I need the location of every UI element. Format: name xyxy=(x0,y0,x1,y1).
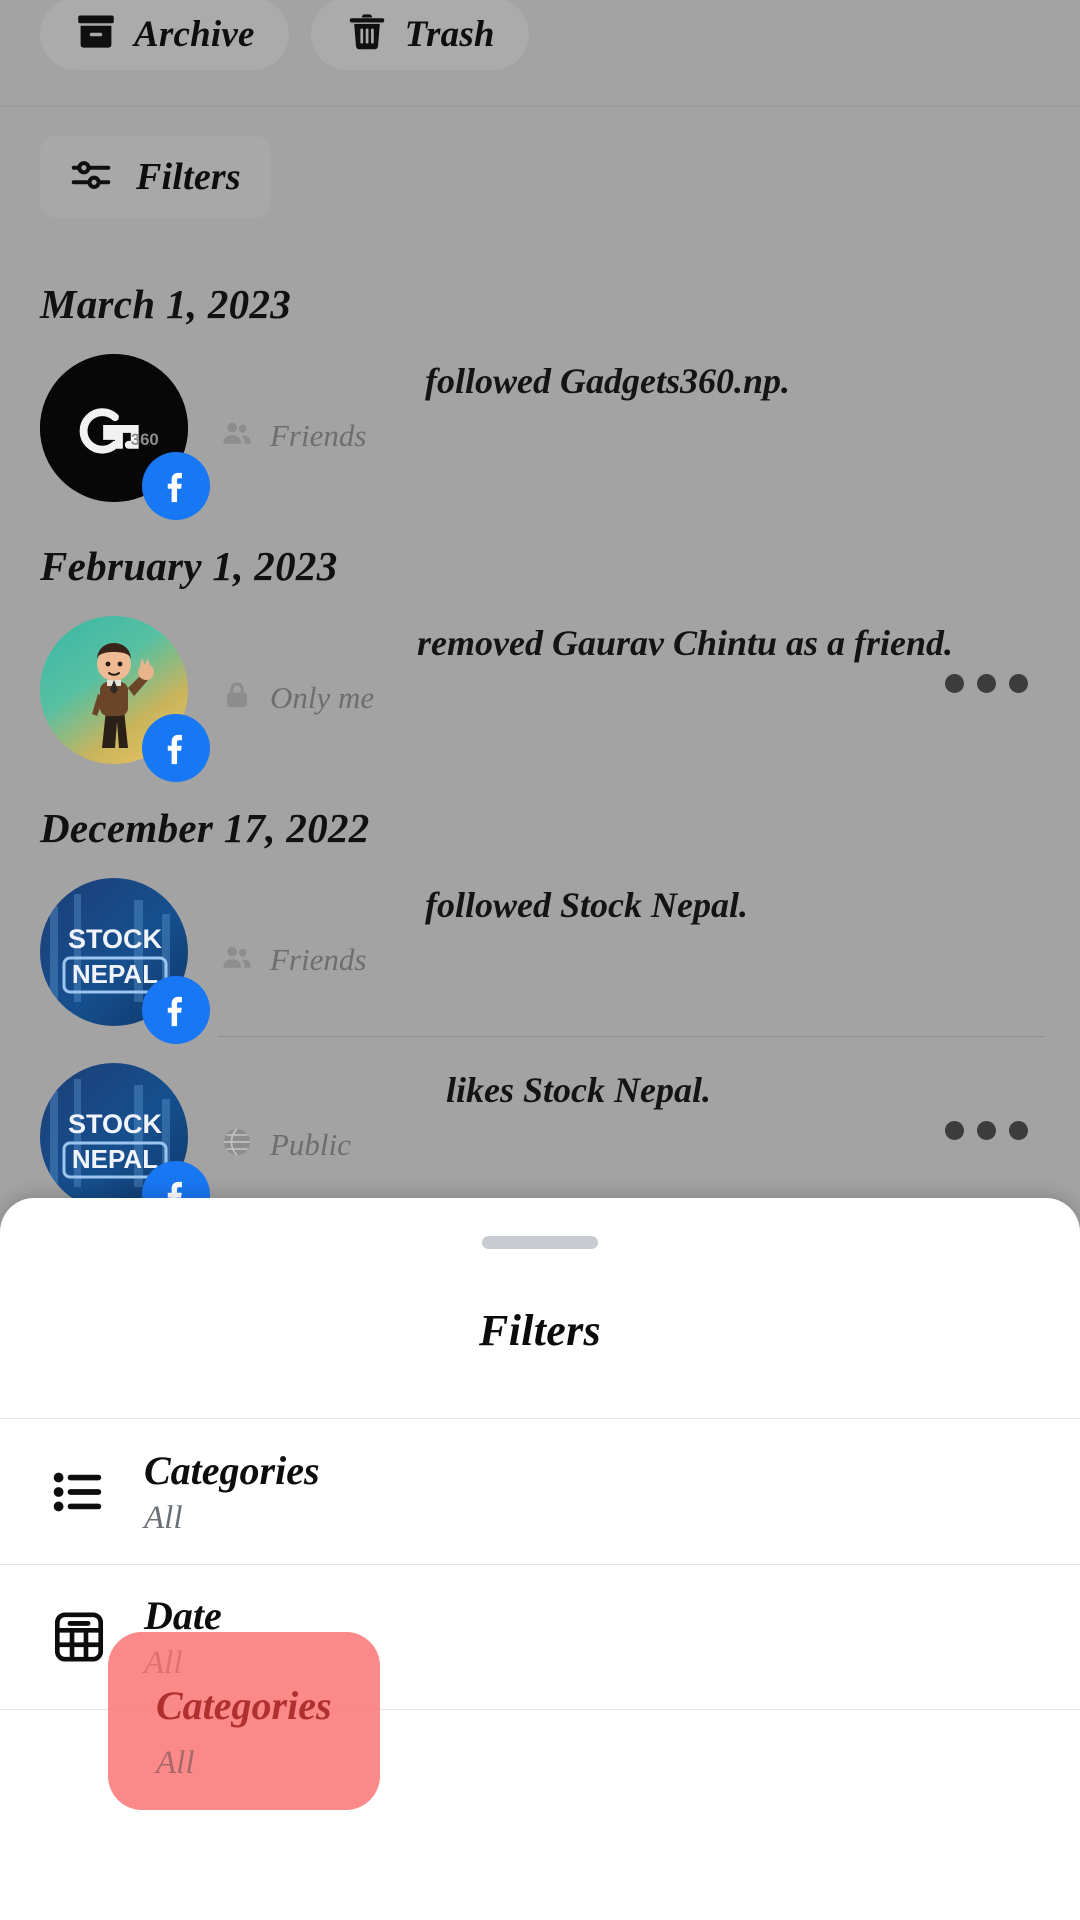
date-header: December 17, 2022 xyxy=(40,805,370,851)
sheet-drag-handle[interactable] xyxy=(482,1236,598,1249)
more-options-icon[interactable] xyxy=(945,1121,1028,1140)
date-header: February 1, 2023 xyxy=(40,543,338,589)
activity-text-content: followed Gadgets360.np. xyxy=(425,361,790,401)
activity-feed: March 1, 2023 360 followed Gadgets360.np… xyxy=(0,262,1080,1229)
filters-bottom-sheet: Filters Categories All Date All xyxy=(0,1198,1080,1920)
filter-row-texts: Date All xyxy=(144,1592,222,1682)
filter-value: All xyxy=(144,1645,183,1681)
activity-text: followed Stock Nepal. xyxy=(220,884,1080,926)
activity-text-content: removed Gaurav Chintu xyxy=(417,623,778,663)
svg-text:NEPAL: NEPAL xyxy=(72,959,158,989)
privacy-label: Friends xyxy=(270,417,367,453)
facebook-icon xyxy=(142,976,210,1044)
sheet-title: Filters xyxy=(479,1306,601,1355)
activity-text-content-line2: as a friend. xyxy=(786,623,954,663)
privacy-label: Friends xyxy=(270,941,367,977)
activity-entry-body: likes Stock Nepal. Public xyxy=(188,1063,1080,1164)
privacy-label: Public xyxy=(270,1126,351,1162)
facebook-icon xyxy=(142,714,210,782)
activity-text-content: followed Stock Nepal. xyxy=(425,885,748,925)
filter-options-list: Categories All Date All xyxy=(0,1418,1080,1710)
activity-entry[interactable]: STOCK NEPAL likes Stock Nepal. Public xyxy=(0,1037,1080,1229)
filter-row-categories[interactable]: Categories All xyxy=(0,1418,1080,1564)
archive-label: Archive xyxy=(134,13,255,55)
filters-label: Filters xyxy=(136,156,241,198)
activity-entry-body: removed Gaurav Chintu as a friend. Only … xyxy=(188,616,1080,717)
activity-text: removed Gaurav Chintu as a friend. xyxy=(220,622,1080,664)
filter-title: Date xyxy=(144,1593,222,1638)
filters-button[interactable]: Filters xyxy=(40,136,271,218)
avatar[interactable]: 360 xyxy=(40,354,210,520)
svg-text:NEPAL: NEPAL xyxy=(72,1144,158,1174)
svg-text:STOCK: STOCK xyxy=(68,924,163,954)
activity-entry-body: followed Stock Nepal. Friends xyxy=(188,878,1080,979)
list-icon xyxy=(44,1461,114,1523)
archive-button[interactable]: Archive xyxy=(40,0,289,70)
filter-title: Categories xyxy=(144,1447,320,1493)
archive-icon xyxy=(74,10,118,59)
redacted-name xyxy=(220,370,416,400)
avatar[interactable] xyxy=(40,616,210,782)
privacy-label: Only me xyxy=(270,679,375,715)
trash-icon xyxy=(345,10,389,59)
svg-text:STOCK: STOCK xyxy=(68,1109,163,1139)
facebook-icon xyxy=(142,452,210,520)
sliders-icon xyxy=(68,152,114,203)
activity-entry[interactable]: removed Gaurav Chintu as a friend. Only … xyxy=(0,590,1080,782)
activity-text: likes Stock Nepal. xyxy=(220,1069,1080,1111)
filter-row-date[interactable]: Date All xyxy=(0,1564,1080,1710)
privacy-row: Friends xyxy=(220,416,1080,455)
trash-button[interactable]: Trash xyxy=(310,0,529,70)
date-header: March 1, 2023 xyxy=(40,281,292,327)
avatar[interactable]: STOCK NEPAL xyxy=(40,1063,210,1229)
globe-icon xyxy=(220,1125,254,1164)
avatar[interactable]: STOCK NEPAL xyxy=(40,878,210,1044)
trash-label: Trash xyxy=(404,13,495,55)
filters-bar: Filters xyxy=(40,136,271,218)
friends-icon xyxy=(220,416,254,455)
activity-entry[interactable]: STOCK NEPAL followed Stock Nepal. Friend… xyxy=(0,852,1080,1044)
activity-entry-body: followed Gadgets360.np. Friends xyxy=(188,354,1080,455)
activity-entry[interactable]: 360 followed Gadgets360.np. Friends xyxy=(0,328,1080,520)
more-options-icon[interactable] xyxy=(945,674,1028,693)
filter-row-texts: Categories All xyxy=(144,1447,320,1537)
friends-icon xyxy=(220,940,254,979)
filter-value: All xyxy=(144,1499,183,1536)
redacted-name xyxy=(220,894,416,924)
top-action-bar: Archive Trash xyxy=(0,0,1080,107)
activity-text-content: likes Stock Nepal. xyxy=(446,1070,711,1110)
redacted-name xyxy=(220,632,408,662)
calendar-icon xyxy=(44,1606,114,1668)
privacy-row: Friends xyxy=(220,940,1080,979)
lock-icon xyxy=(220,678,254,717)
activity-text: followed Gadgets360.np. xyxy=(220,360,1080,402)
svg-text:360: 360 xyxy=(131,430,159,449)
